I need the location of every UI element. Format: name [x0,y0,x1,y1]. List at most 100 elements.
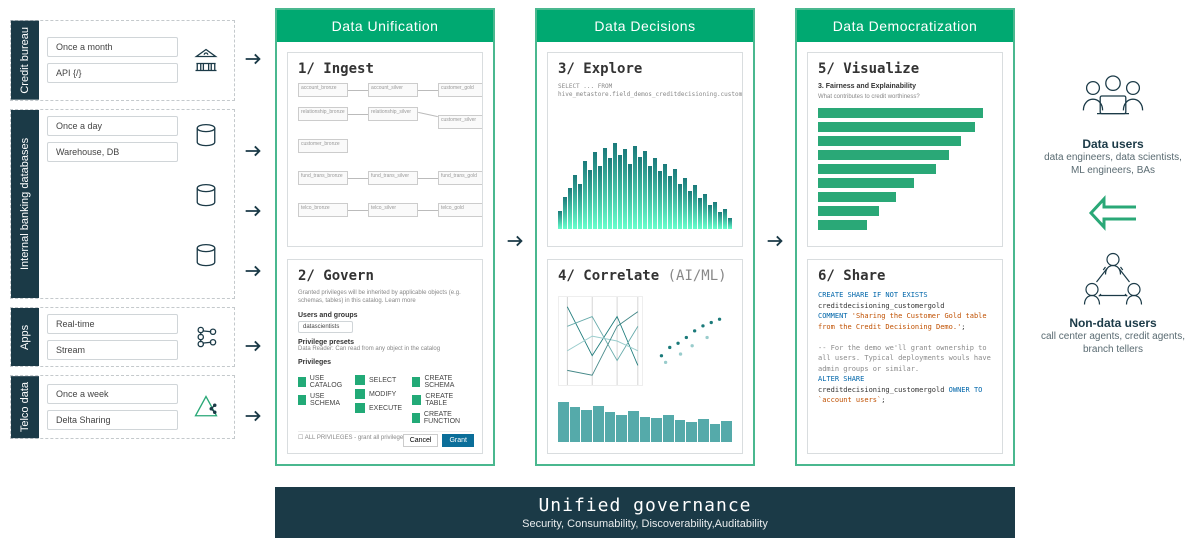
column-header: Data Unification [277,10,493,42]
footer-banner: Unified governance Security, Consumabili… [275,487,1015,538]
lineage-node: customer_gold [438,83,483,97]
privilege-checkbox: USE SCHEMA [298,393,345,407]
lineage-node: relationship_silver [368,107,418,121]
source-label: Credit bureau [11,21,39,100]
delta-sharing-icon [186,393,226,421]
kafka-icon [186,323,226,351]
parallel-coords [558,296,643,386]
govern-section: Privilege presets [298,339,472,346]
card-title-text: Ingest [323,61,374,77]
feature-importance-bars [818,108,992,230]
cylinder-icon [186,116,226,276]
card-num: 1/ [298,61,315,77]
column-data-unification: Data Unification 1/ Ingest account_bronz… [275,8,495,466]
card-title-text: Govern [323,268,374,284]
user-title: Data users [1038,137,1188,151]
column-data-decisions: Data Decisions 3/ Explore SELECT ... FRO… [535,8,755,466]
source-tag: Real-time [47,314,178,334]
source-tag: Stream [47,340,178,360]
big-arrow-left-icon [1088,195,1138,231]
sql-snippet: SELECT ... FROM hive_metastore.field_dem… [558,83,732,99]
source-tag: Warehouse, DB [47,142,178,162]
govern-section: Privileges [298,359,472,366]
source-internal-banking: Internal banking databases Once a day Wa… [10,109,235,299]
govern-preset: Data Reader: Can read from any object in… [298,346,472,354]
source-tag: Once a month [47,37,178,57]
non-data-users-icon [1073,249,1153,309]
data-users-block: Data users data engineers, data scientis… [1038,70,1188,177]
source-telco: Telco data Once a week Delta Sharing [10,375,235,439]
source-tag: Once a day [47,116,178,136]
arrow-icon [242,260,264,282]
capitol-icon [186,46,226,74]
card-num: 5/ [818,61,835,77]
lineage-node: telco_bronze [298,203,348,217]
privilege-checkbox: CREATE SCHEMA [412,375,472,389]
lineage-node: account_silver [368,83,418,97]
source-tag: Delta Sharing [47,410,178,430]
card-govern: 2/ Govern Granted privileges will be inh… [287,259,483,454]
arrow-icon [764,230,786,252]
card-title-text: Explore [583,61,642,77]
privilege-checkbox: CREATE TABLE [412,393,472,407]
footer-subtitle: Security, Consumability, Discoverability… [279,518,1011,530]
lineage-graph: account_bronze account_silver customer_g… [298,83,472,228]
card-num: 3/ [558,61,575,77]
grant-button: Grant [442,434,474,447]
arrow-icon [242,405,264,427]
user-subtitle: data engineers, data scientists, ML engi… [1038,151,1188,177]
lineage-node: telco_gold [438,203,483,217]
govern-section: Users and groups [298,312,472,319]
card-ingest: 1/ Ingest account_bronze account_silver … [287,52,483,247]
card-num: 6/ [818,268,835,284]
lineage-node: fund_trans_bronze [298,171,348,185]
data-sources-column: Credit bureau Once a month API {/} Inter… [10,20,235,439]
lineage-node: relationship_bronze [298,107,348,121]
privilege-checkbox: SELECT [355,375,402,385]
card-title-text: Share [843,268,885,284]
arrow-icon [504,230,526,252]
card-explore: 3/ Explore SELECT ... FROM hive_metastor… [547,52,743,247]
all-privileges: ALL PRIVILEGES - grant all privileges [305,435,407,441]
card-correlate: 4/ Correlate (AI/ML) [547,259,743,454]
privilege-checkbox: CREATE FUNCTION [412,411,472,425]
card-num: 2/ [298,268,315,284]
source-credit-bureau: Credit bureau Once a month API {/} [10,20,235,101]
govern-desc: Granted privileges will be inherited by … [298,290,472,306]
viz-subtitle: 3. Fairness and Explainability [818,83,992,90]
users-column: Data users data engineers, data scientis… [1038,70,1188,356]
footer-title: Unified governance [279,495,1011,516]
source-apps: Apps Real-time Stream [10,307,235,367]
card-title-text: Correlate [583,268,659,284]
source-tag: API {/} [47,63,178,83]
column-header: Data Decisions [537,10,753,42]
arrow-icon [242,335,264,357]
card-share: 6/ Share CREATE SHARE IF NOT EXISTS cred… [807,259,1003,454]
lineage-node: telco_silver [368,203,418,217]
column-data-democratization: Data Democratization 5/ Visualize 3. Fai… [795,8,1015,466]
lineage-node: customer_bronze [298,139,348,153]
lineage-node: customer_silver [438,115,483,129]
arrow-icon [242,140,264,162]
arrow-icon [242,48,264,70]
viz-question: What contributes to credit worthiness? [818,94,992,102]
histogram-chart [558,139,732,229]
source-label: Telco data [11,376,39,438]
cancel-button: Cancel [403,434,439,447]
data-users-icon [1073,70,1153,130]
user-title: Non-data users [1038,316,1188,330]
source-label: Apps [11,308,39,366]
scatter-chart [649,290,732,380]
privilege-checkbox: USE CATALOG [298,375,345,389]
share-code: CREATE SHARE IF NOT EXISTS creditdecisio… [818,290,992,406]
privilege-checkbox: EXECUTE [355,403,402,413]
privilege-checkbox: MODIFY [355,389,402,399]
lineage-node: account_bronze [298,83,348,97]
card-num: 4/ [558,268,575,284]
card-title-suffix: (AI/ML) [668,268,727,284]
non-data-users-block: Non-data users call center agents, credi… [1038,249,1188,356]
user-subtitle: call center agents, credit agents, branc… [1038,330,1188,356]
arrow-icon [242,200,264,222]
card-title-text: Visualize [843,61,919,77]
source-tag: Once a week [47,384,178,404]
